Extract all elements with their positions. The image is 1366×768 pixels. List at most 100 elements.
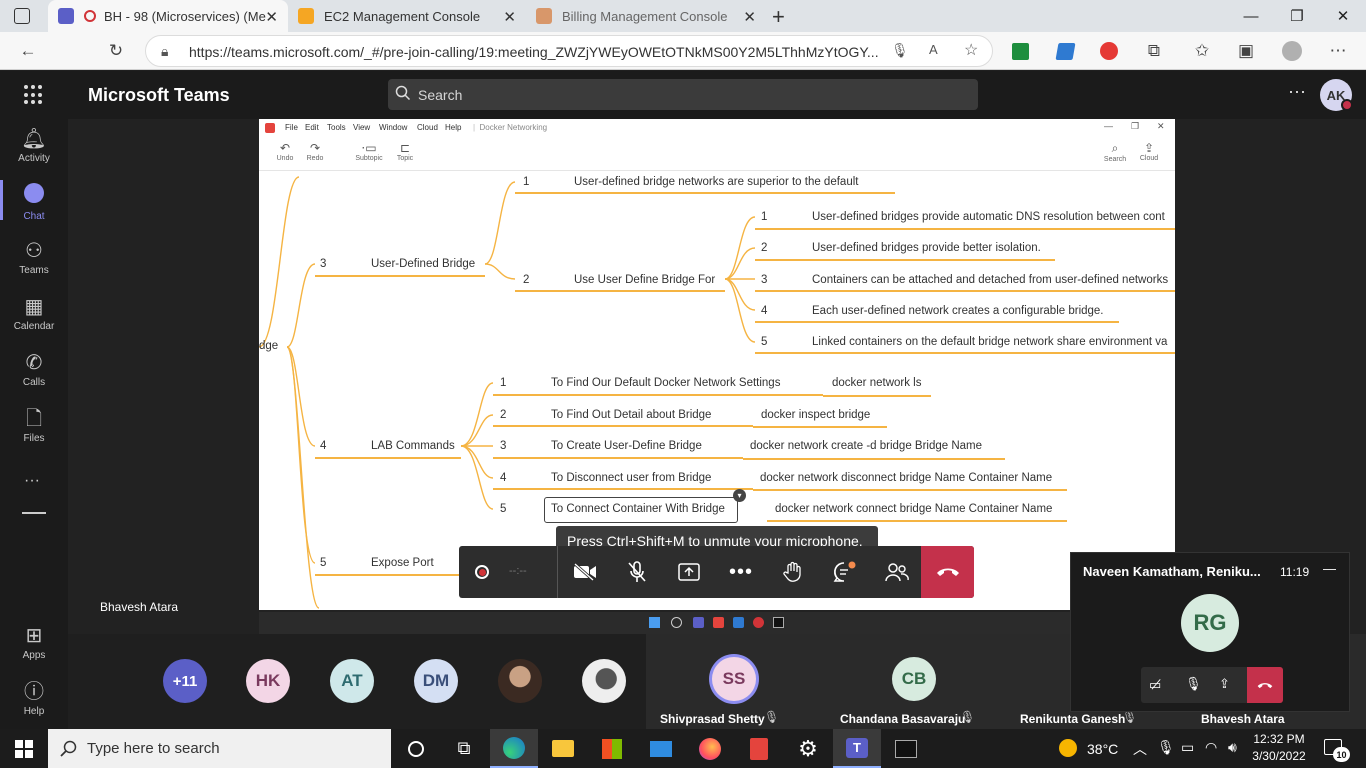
- overflow-participants[interactable]: +11: [163, 659, 207, 703]
- topic-button[interactable]: ⊏ Topic: [389, 141, 421, 162]
- volume-icon[interactable]: 🔊︎: [1228, 739, 1237, 756]
- participant-tile[interactable]: CB Chandana Basavaraju 🎙︎: [826, 634, 1006, 730]
- close-tab-icon[interactable]: ✕: [743, 8, 756, 26]
- topic-use-user-define-bridge[interactable]: Use User Define Bridge For: [574, 274, 715, 286]
- chat-button[interactable]: [819, 546, 871, 598]
- taskbar-store[interactable]: [588, 729, 636, 768]
- tab-billing[interactable]: Billing Management Console ✕: [526, 0, 766, 32]
- extension-icon[interactable]: [1055, 43, 1076, 60]
- read-aloud-icon[interactable]: A: [929, 42, 938, 57]
- minimize-icon[interactable]: —: [1323, 561, 1336, 576]
- hang-up-icon[interactable]: [1247, 667, 1283, 703]
- taskbar-edge[interactable]: [490, 729, 538, 768]
- participant-tile[interactable]: SS Shivprasad Shetty 🎙︎: [646, 634, 826, 730]
- app-launcher-icon[interactable]: [24, 85, 44, 105]
- xmind-search-button[interactable]: ⌕ Search: [1099, 141, 1131, 163]
- participant-photo-avatar[interactable]: [498, 659, 542, 703]
- more-actions-button[interactable]: •••: [715, 546, 767, 598]
- more-icon[interactable]: ⋯: [1323, 36, 1353, 66]
- rail-item-activity[interactable]: 🔔︎ Activity: [0, 120, 68, 172]
- windows-search-box[interactable]: Type here to search: [48, 729, 391, 768]
- extensions-icon[interactable]: ⧉: [1139, 36, 1169, 66]
- cmd-docker-network-connect[interactable]: docker network connect bridge Name Conta…: [775, 503, 1052, 515]
- chevron-up-icon[interactable]: ︿: [1133, 739, 1147, 759]
- xmind-close-icon[interactable]: ✕: [1157, 121, 1165, 132]
- rail-item-calendar[interactable]: ▦ Calendar: [0, 288, 68, 340]
- favorite-icon[interactable]: ☆: [964, 40, 978, 60]
- cmd-docker-inspect-bridge[interactable]: docker inspect bridge: [761, 409, 870, 421]
- topic-superior-to-default[interactable]: User-defined bridge networks are superio…: [574, 176, 858, 188]
- favorites-icon[interactable]: ✩: [1187, 36, 1217, 66]
- menu-tools[interactable]: Tools: [327, 123, 346, 132]
- cmd-docker-network-ls[interactable]: docker network ls: [832, 377, 921, 389]
- tab-ec2[interactable]: EC2 Management Console ✕: [288, 0, 526, 32]
- xmind-restore-icon[interactable]: ❐: [1131, 121, 1139, 132]
- mini-call-window[interactable]: Naveen Kamatham, Reniku... 11:19 — RG ▭̸…: [1070, 552, 1350, 712]
- task-view-button[interactable]: ⧉: [440, 729, 488, 768]
- topic-lab-commands[interactable]: LAB Commands: [371, 440, 455, 452]
- taskbar-firefox[interactable]: [686, 729, 734, 768]
- rail-item-calls[interactable]: ✆ Calls: [0, 344, 68, 396]
- lab-create-user-define-bridge[interactable]: To Create User-Define Bridge: [551, 440, 702, 452]
- subtopic-button[interactable]: ⋅▭ Subtopic: [353, 141, 385, 162]
- sheets-extension-icon[interactable]: [1012, 43, 1029, 60]
- close-tab-icon[interactable]: ✕: [265, 8, 278, 26]
- camera-off-button[interactable]: [559, 546, 611, 598]
- participant-avatar[interactable]: AT: [330, 659, 374, 703]
- menu-edit[interactable]: Edit: [305, 123, 319, 132]
- subtopic-attach-detach[interactable]: Containers can be attached and detached …: [812, 274, 1168, 286]
- topic-expose-port[interactable]: Expose Port: [371, 557, 434, 569]
- taskbar-file-explorer[interactable]: [539, 729, 587, 768]
- microphone-off-icon[interactable]: 🎙︎: [1185, 676, 1202, 692]
- restore-icon[interactable]: ❐: [1274, 0, 1320, 32]
- topic-user-defined-bridge[interactable]: User-Defined Bridge: [371, 258, 475, 270]
- adblock-extension-icon[interactable]: [1100, 42, 1118, 60]
- rail-item-files[interactable]: 🗋︎ Files: [0, 400, 68, 452]
- profile-avatar[interactable]: [1282, 41, 1302, 61]
- tab-actions-icon[interactable]: [14, 8, 30, 24]
- taskbar-office[interactable]: [735, 729, 783, 768]
- raise-hand-button[interactable]: [767, 546, 819, 598]
- tab-teams-meeting[interactable]: BH - 98 (Microservices) (Me ✕: [48, 0, 288, 32]
- back-icon[interactable]: ←: [13, 36, 43, 66]
- rail-item-apps[interactable]: ⊞ Apps: [0, 617, 68, 669]
- collapse-toggle-icon[interactable]: ▾: [733, 489, 746, 502]
- cortana-button[interactable]: [392, 729, 440, 768]
- menu-view[interactable]: View: [353, 123, 370, 132]
- lab-connect-container[interactable]: To Connect Container With Bridge: [551, 503, 725, 515]
- lab-detail-about-bridge[interactable]: To Find Out Detail about Bridge: [551, 409, 711, 421]
- temperature[interactable]: 38°C: [1087, 741, 1118, 757]
- lab-disconnect-user[interactable]: To Disconnect user from Bridge: [551, 472, 711, 484]
- participants-button[interactable]: [871, 546, 923, 598]
- battery-icon[interactable]: ▭: [1181, 739, 1194, 756]
- subtopic-linked-containers[interactable]: Linked containers on the default bridge …: [812, 336, 1167, 348]
- new-tab-icon[interactable]: +: [772, 4, 785, 30]
- weather-sun-icon[interactable]: [1059, 739, 1077, 757]
- cmd-docker-network-disconnect[interactable]: docker network disconnect bridge Name Co…: [760, 472, 1052, 484]
- wifi-icon[interactable]: ◠: [1205, 739, 1217, 756]
- teams-search-input[interactable]: [388, 79, 978, 110]
- participant-avatar[interactable]: DM: [414, 659, 458, 703]
- leave-call-button[interactable]: [921, 546, 974, 598]
- redo-button[interactable]: ↷ Redo: [299, 141, 331, 162]
- taskbar-terminal[interactable]: [882, 729, 930, 768]
- close-window-icon[interactable]: ✕: [1320, 0, 1366, 32]
- taskbar-settings[interactable]: ⚙: [784, 729, 832, 768]
- subtopic-configurable-bridge[interactable]: Each user-defined network creates a conf…: [812, 305, 1104, 317]
- menu-help[interactable]: Help: [445, 123, 461, 132]
- more-options-icon[interactable]: ⋯: [1288, 82, 1306, 103]
- camera-off-icon[interactable]: ▭̸: [1149, 677, 1161, 693]
- share-icon[interactable]: ⇪: [1219, 676, 1230, 692]
- xmind-minimize-icon[interactable]: —: [1104, 121, 1113, 131]
- start-button[interactable]: [0, 729, 48, 768]
- menu-file[interactable]: File: [285, 123, 298, 132]
- collections-icon[interactable]: ▣: [1231, 36, 1261, 66]
- undo-button[interactable]: ↶ Undo: [269, 141, 301, 162]
- more-apps-icon[interactable]: ···: [24, 472, 40, 490]
- subtopic-better-isolation[interactable]: User-defined bridges provide better isol…: [812, 242, 1041, 254]
- participant-avatar[interactable]: HK: [246, 659, 290, 703]
- menu-window[interactable]: Window: [379, 123, 407, 132]
- taskbar-teams[interactable]: T: [833, 729, 881, 768]
- share-screen-button[interactable]: [663, 546, 715, 598]
- microphone-icon[interactable]: 🎙︎: [891, 42, 909, 59]
